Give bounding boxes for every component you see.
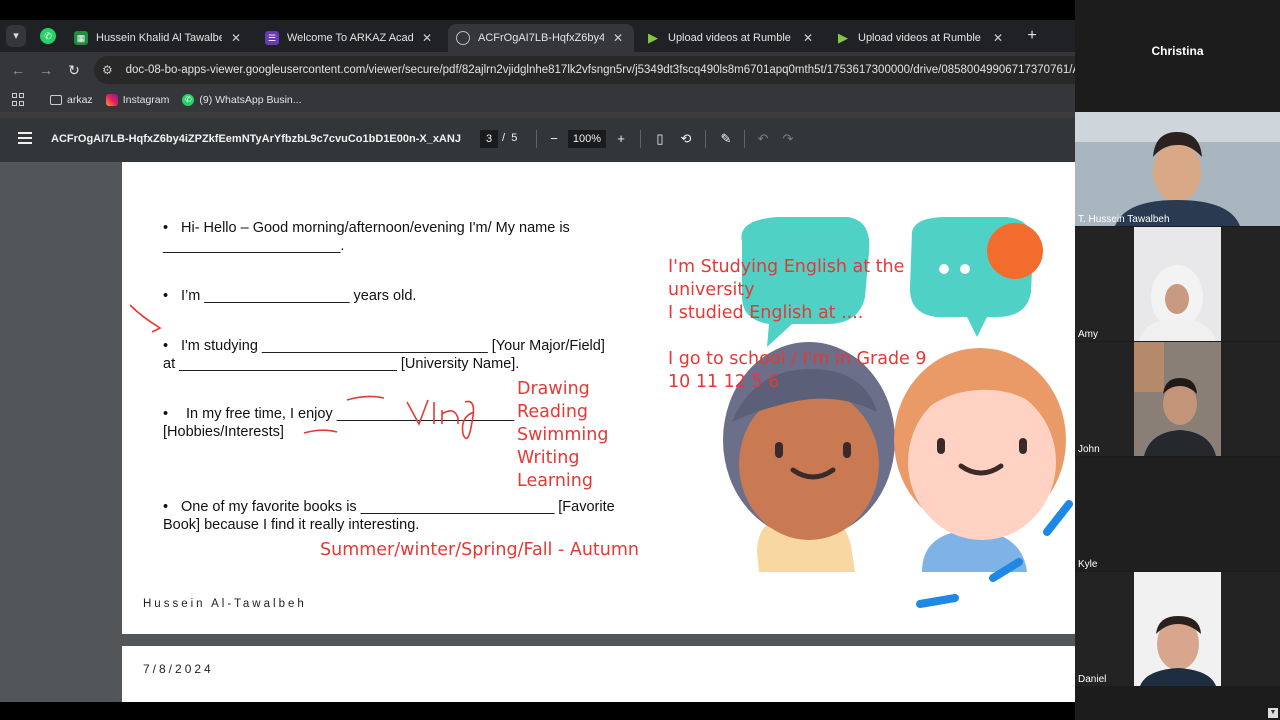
rotate-icon[interactable]: ⟲ [677, 130, 695, 148]
participant-tile-amy[interactable]: Amy [1075, 227, 1280, 341]
tab-title: Upload videos at Rumble [668, 32, 791, 44]
page-date: 7/8/2024 [143, 662, 214, 676]
ink-scribbles [129, 304, 475, 440]
participant-name: T. Hussein Tawalbeh [1078, 214, 1170, 225]
back-arrow-icon[interactable]: ← [8, 60, 28, 80]
zoom-in-plus-icon[interactable]: + [612, 130, 630, 148]
participant-tile-john[interactable]: John [1075, 342, 1280, 456]
divider [744, 130, 745, 148]
bookmark-whatsapp[interactable]: ✆ (9) WhatsApp Busin... [182, 94, 302, 106]
whatsapp-icon: ✆ [182, 94, 195, 106]
scroll-down-icon[interactable]: ▼ [1268, 708, 1278, 718]
close-icon[interactable]: ✕ [610, 31, 626, 45]
bookmark-instagram[interactable]: Instagram [105, 94, 170, 106]
participant-name: Amy [1078, 329, 1098, 340]
browser-window: ▾ ✆ ▦ Hussein Khalid Al Tawalbeh - Go ✕ … [0, 0, 1075, 720]
tab-sheets[interactable]: ▦ Hussein Khalid Al Tawalbeh - Go ✕ [66, 24, 252, 52]
bookmark-label: Instagram [122, 94, 170, 106]
participant-tile-hussein[interactable]: T. Hussein Tawalbeh [1075, 112, 1280, 226]
sheets-icon: ▦ [74, 31, 88, 45]
meeting-panel: Christina T. Hussein Tawalbeh Amy John K… [1075, 0, 1280, 720]
bookmark-arkaz[interactable]: arkaz [50, 94, 93, 106]
bottom-strip [0, 702, 1075, 720]
participant-name: Kyle [1078, 559, 1098, 570]
folder-icon [50, 95, 62, 105]
annotate-pen-icon[interactable]: ✎ [717, 130, 735, 148]
forward-arrow-icon[interactable]: → [36, 60, 56, 80]
page-number-input[interactable]: 3 [480, 130, 498, 148]
pdf-page-4: 7/8/2024 [122, 646, 1075, 702]
fit-page-icon[interactable]: ▯ [651, 130, 669, 148]
reload-icon[interactable]: ↻ [64, 60, 84, 80]
participant-tile-kyle[interactable]: Kyle [1075, 457, 1280, 571]
camera-feed [1134, 227, 1221, 341]
new-tab-plus-icon[interactable]: + [1023, 25, 1041, 47]
pdf-document-title: ACFrOgAI7LB-HqfxZ6by4iZPZkfEemNTyArYfbzb… [51, 133, 461, 145]
host-name: Christina [1151, 44, 1204, 58]
tab-title: Hussein Khalid Al Tawalbeh - Go [96, 32, 222, 44]
divider [640, 130, 641, 148]
url-text[interactable]: doc-08-bo-apps-viewer.googleusercontent.… [126, 64, 1075, 76]
bookmark-label: (9) WhatsApp Busin... [199, 94, 302, 106]
camera-feed [1134, 572, 1221, 686]
rumble-icon: ▶ [648, 30, 658, 45]
site-info-icon[interactable]: ⚙ [102, 63, 118, 77]
screen: ▾ ✆ ▦ Hussein Khalid Al Tawalbeh - Go ✕ … [0, 0, 1280, 720]
page-total: / 5 [502, 132, 517, 144]
tab-pdf[interactable]: ACFrOgAI7LB-HqfxZ6by4iZPZkfEem ✕ [448, 24, 634, 52]
worksheet-item-5: • One of my favorite books is ___________… [163, 499, 615, 533]
participant-name: John [1078, 444, 1100, 455]
title-strip [0, 0, 1075, 20]
bookmarks-bar: arkaz Instagram ✆ (9) WhatsApp Busin... [0, 88, 1075, 112]
apps-grid-icon[interactable] [12, 93, 26, 107]
menu-hamburger-icon[interactable] [18, 132, 32, 144]
zoom-out-minus-icon[interactable]: − [545, 130, 563, 148]
tab-title: Upload videos at Rumble [858, 32, 981, 44]
participant-name: Daniel [1078, 674, 1107, 685]
rumble-icon: ▶ [838, 30, 848, 45]
forms-icon: ☰ [265, 31, 279, 45]
item-text: One of my favorite books is ____________… [181, 499, 615, 515]
pdf-toolbar: ACFrOgAI7LB-HqfxZ6by4iZPZkfEemNTyArYfbzb… [0, 118, 1075, 162]
page-separator: / [502, 132, 506, 144]
whatsapp-pinned-tab-icon[interactable]: ✆ [40, 28, 56, 44]
handwritten-hobbies: Drawing Reading Swimming Writing Learnin… [517, 379, 609, 491]
undo-icon[interactable]: ↶ [754, 130, 772, 148]
handwritten-seasons: Summer/winter/Spring/Fall - Autumn [320, 540, 640, 560]
tab-rumble-2[interactable]: ▶ Upload videos at Rumble ✕ [828, 24, 1014, 52]
close-icon[interactable]: ✕ [228, 31, 244, 45]
address-bar[interactable]: ⚙ doc-08-bo-apps-viewer.googleuserconten… [94, 56, 1075, 84]
participant-tile-daniel[interactable]: Daniel [1075, 572, 1280, 686]
page-count: 5 [511, 132, 518, 144]
divider [705, 130, 706, 148]
bookmark-label: arkaz [67, 94, 93, 106]
close-icon[interactable]: ✕ [419, 31, 435, 45]
pdf-page-3: • Hi- Hello – Good morning/afternoon/even… [122, 162, 1075, 634]
divider [536, 130, 537, 148]
zoom-input[interactable]: 100% [568, 130, 606, 148]
pdf-viewport[interactable]: • Hi- Hello – Good morning/afternoon/even… [0, 162, 1075, 702]
tab-search-chevron-icon[interactable]: ▾ [6, 25, 26, 47]
handwritten-notes: I'm Studying English at the university I… [668, 257, 927, 392]
globe-icon [456, 31, 470, 45]
redo-icon[interactable]: ↷ [779, 130, 797, 148]
instagram-icon [105, 94, 118, 106]
tab-arkaz[interactable]: ☰ Welcome To ARKAZ Academy ✕ [257, 24, 443, 52]
tab-bar: ▾ ✆ ▦ Hussein Khalid Al Tawalbeh - Go ✕ … [0, 20, 1075, 52]
page-footer-author: Hussein Al-Tawalbeh [143, 598, 307, 610]
item-text-2: Book] because I find it really interesti… [163, 517, 420, 533]
camera-feed [1075, 112, 1280, 226]
tab-title: Welcome To ARKAZ Academy [287, 32, 413, 44]
tab-rumble-1[interactable]: ▶ Upload videos at Rumble ✕ [638, 24, 824, 52]
browser-toolbar: ← → ↻ ⚙ doc-08-bo-apps-viewer.googleuser… [0, 52, 1075, 88]
tab-title: ACFrOgAI7LB-HqfxZ6by4iZPZkfEem [478, 32, 604, 44]
close-icon[interactable]: ✕ [800, 31, 816, 45]
close-icon[interactable]: ✕ [990, 31, 1006, 45]
camera-feed [1134, 342, 1221, 456]
